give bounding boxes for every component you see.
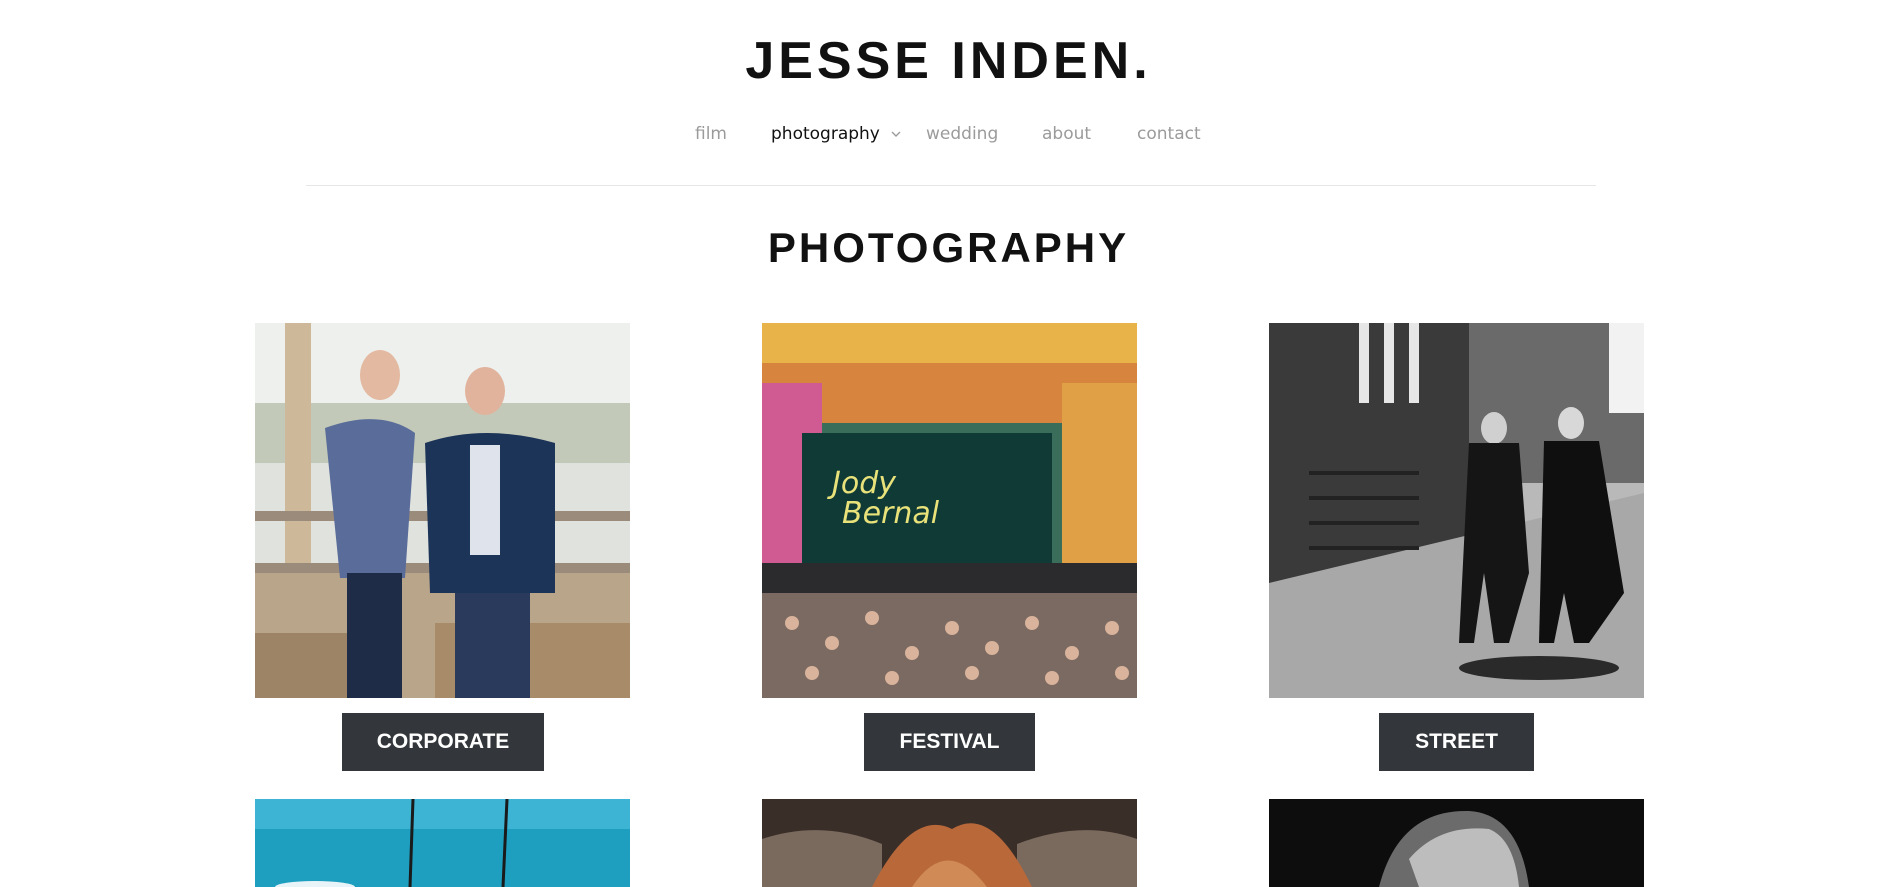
gallery-row2-image-1[interactable] — [255, 799, 630, 887]
gallery-corporate-button[interactable]: CORPORATE — [342, 713, 544, 771]
gallery-row2-image-3[interactable] — [1269, 799, 1644, 887]
street-photo — [1269, 323, 1644, 698]
site-title[interactable]: JESSE INDEN. — [0, 30, 1897, 92]
nav-item-about[interactable]: about — [1042, 122, 1091, 146]
svg-text:Bernal: Bernal — [842, 496, 940, 531]
gallery-row2-image-2[interactable] — [762, 799, 1137, 887]
nav-item-contact[interactable]: contact — [1137, 122, 1201, 146]
gallery-festival-button[interactable]: FESTIVAL — [864, 713, 1035, 771]
highland-cow-photo — [762, 799, 1137, 887]
festival-photo: Jody Bernal — [762, 323, 1137, 698]
corporate-photo — [255, 323, 630, 698]
main-nav: film photography wedding about contact — [0, 122, 1897, 146]
page-title: PHOTOGRAPHY — [767, 224, 1130, 271]
gallery-street-image[interactable] — [1269, 323, 1644, 698]
nav-item-film[interactable]: film — [695, 122, 727, 146]
gallery-festival-image[interactable]: Jody Bernal — [762, 323, 1137, 698]
gallery-street-button[interactable]: STREET — [1379, 713, 1534, 771]
gallery-corporate-image[interactable] — [255, 323, 630, 698]
portrait-photo — [1269, 799, 1644, 887]
nav-item-photography[interactable]: photography — [771, 122, 880, 146]
header-divider — [306, 185, 1596, 186]
chevron-down-icon[interactable] — [890, 128, 902, 140]
nav-item-wedding[interactable]: wedding — [926, 122, 998, 146]
sky-photo — [255, 799, 630, 887]
